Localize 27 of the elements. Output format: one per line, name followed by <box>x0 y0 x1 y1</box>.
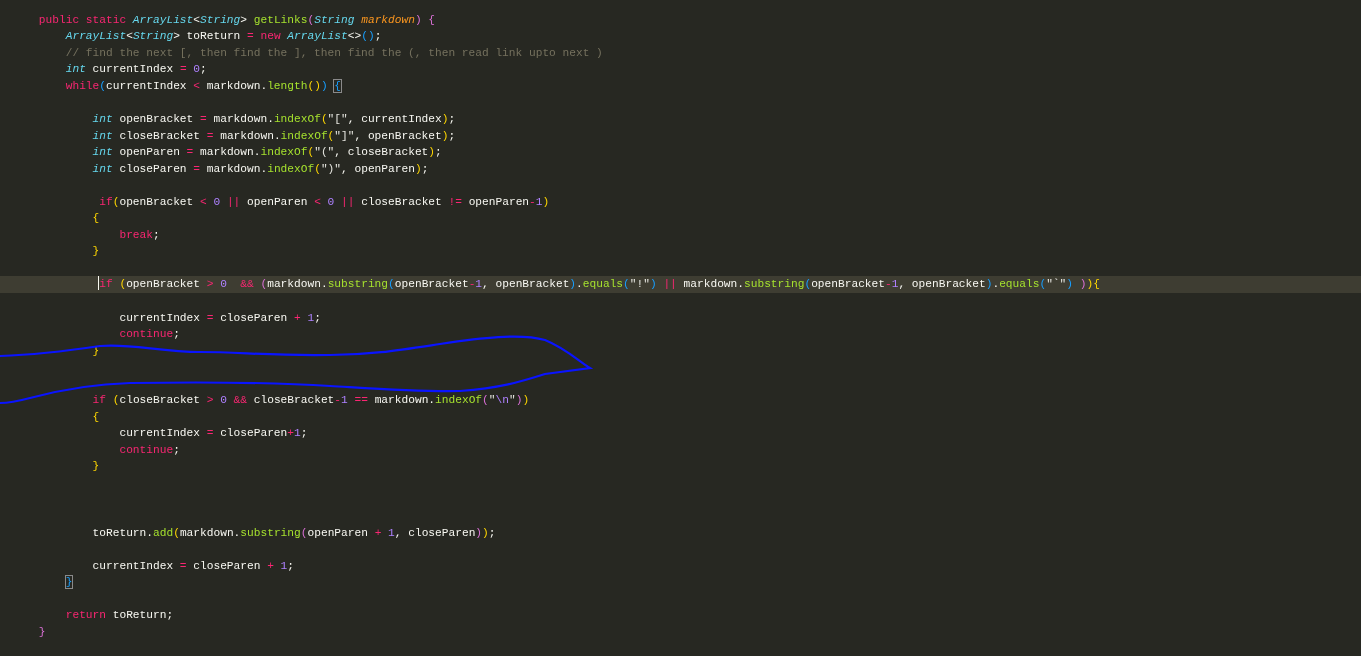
code-line: continue; <box>118 328 180 341</box>
code-line: break; <box>118 228 160 241</box>
code-line: int closeParen = markdown.indexOf(")", openParen); <box>91 162 429 175</box>
code-line: continue; <box>118 443 180 456</box>
code-line: currentIndex = closeParen+1; <box>118 427 308 440</box>
code-line: } <box>64 576 73 589</box>
code-line: int closeBracket = markdown.indexOf("]", openBracket); <box>91 129 456 142</box>
code-line: { <box>91 212 100 225</box>
code-line: int openBracket = markdown.indexOf("[", currentIndex); <box>91 112 456 125</box>
code-line: if (closeBracket > 0 && closeBracket-1 == markdown.indexOf("\n")) <box>91 394 530 407</box>
code-line: toReturn.add(markdown.substring(openParen + 1, closeParen)); <box>91 526 496 539</box>
code-line: // find the next [, then find the ], then find the (, then read link upto next ) <box>64 46 603 59</box>
code-line: } <box>91 460 100 473</box>
code-line: int currentIndex = 0; <box>64 63 207 76</box>
code-line: if(openBracket < 0 || openParen < 0 || closeBracket != openParen-1) <box>98 195 550 208</box>
code-line: while(currentIndex < markdown.length()) { <box>64 79 342 92</box>
code-line: { <box>91 410 100 423</box>
code-line: return toReturn; <box>64 609 174 622</box>
code-line: } <box>91 245 100 258</box>
text-cursor <box>98 276 100 291</box>
code-line: } <box>37 625 46 638</box>
code-line: currentIndex = closeParen + 1; <box>118 311 321 324</box>
code-line: currentIndex = closeParen + 1; <box>91 559 295 572</box>
code-line: ArrayList<String> toReturn = new ArrayList<>(); <box>64 30 382 43</box>
code-line: if (openBracket > 0 && (markdown.substring(openBracket-1, openBracket).equals("!") || markdown.substring(openBracket-1, openBracket).equals("`") )){ <box>97 278 1100 291</box>
code-line: int openParen = markdown.indexOf("(", closeBracket); <box>91 146 442 159</box>
code-line: public static ArrayList<String> getLinks(String markdown) { <box>37 13 436 26</box>
